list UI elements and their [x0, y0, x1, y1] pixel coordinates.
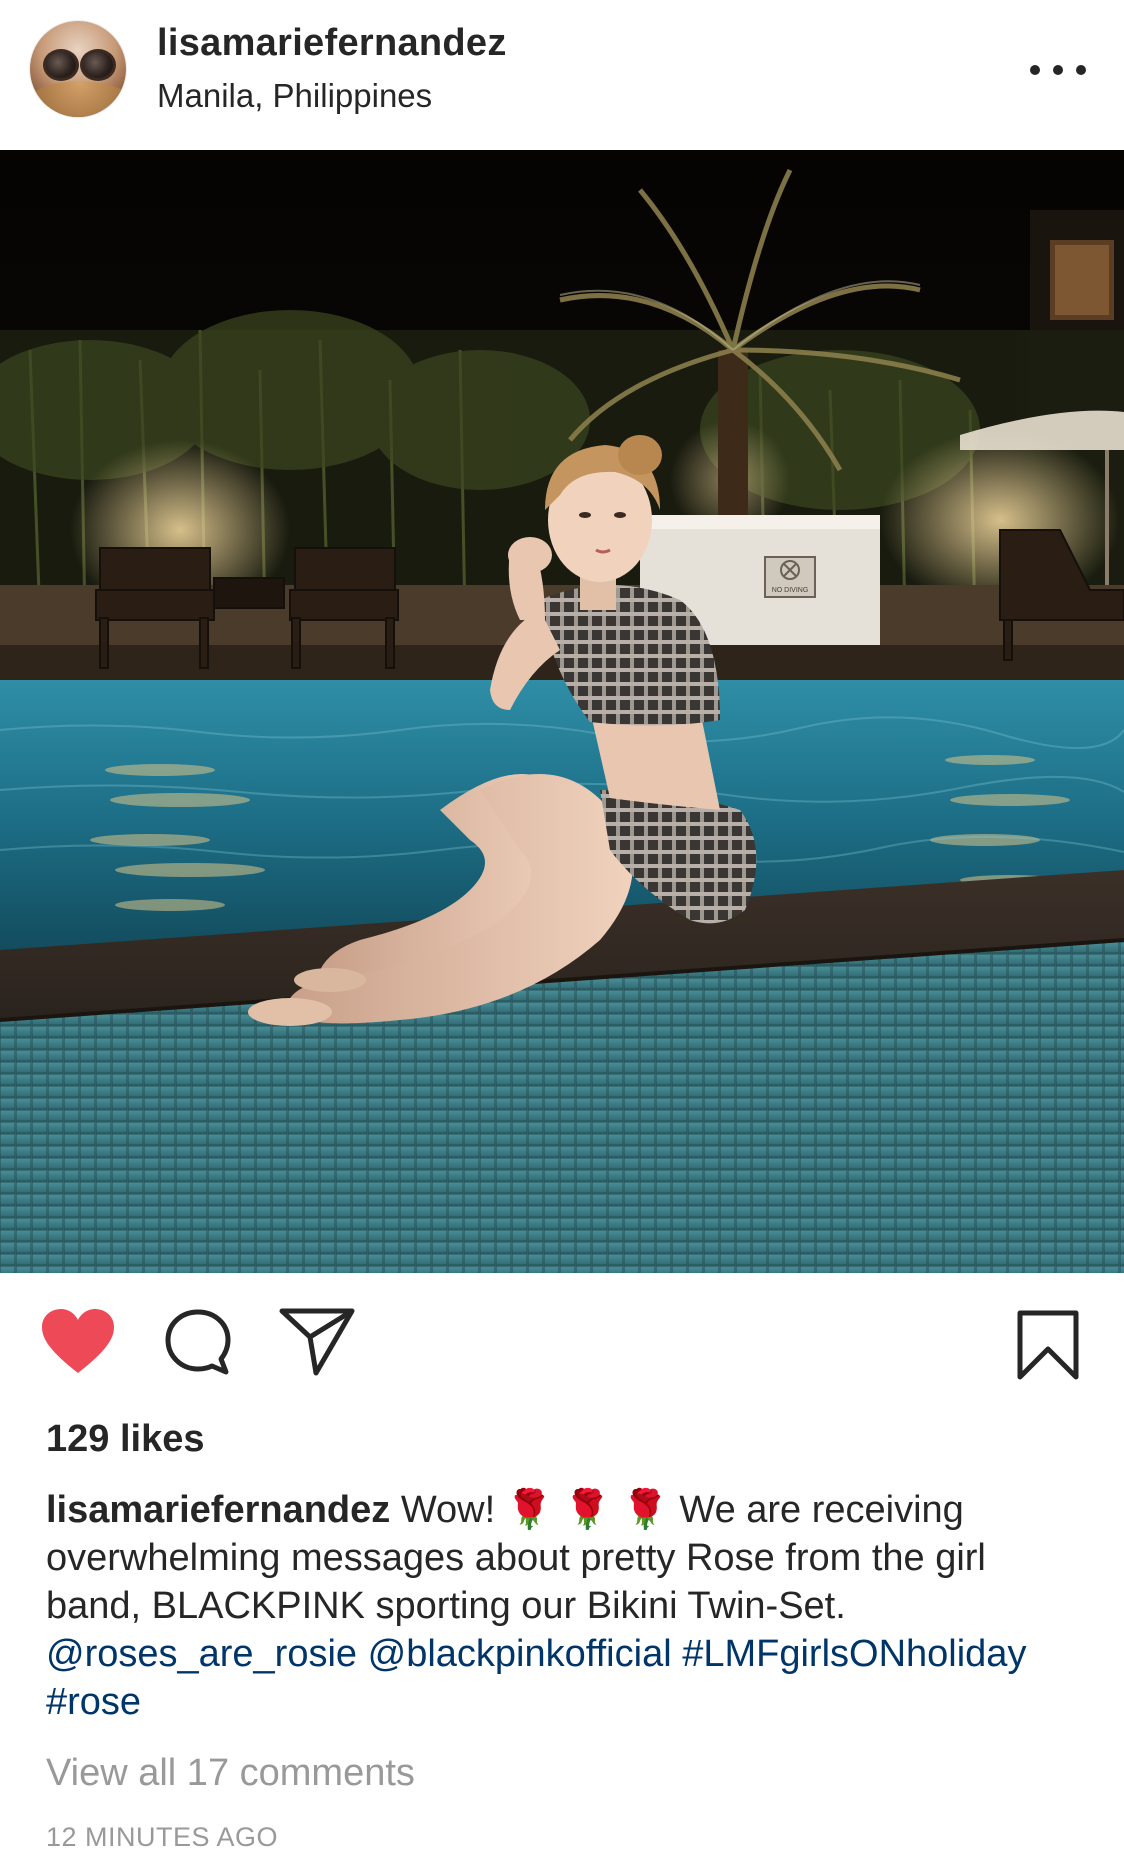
share-icon[interactable] — [278, 1305, 356, 1377]
bookmark-icon[interactable] — [1016, 1309, 1080, 1381]
mention-link[interactable]: @blackpinkofficial — [368, 1633, 672, 1675]
rose-emoji: 🌹 — [563, 1489, 611, 1531]
post-location[interactable]: Manila, Philippines — [157, 77, 432, 115]
caption-text-1: Wow! — [400, 1489, 496, 1531]
post-actions — [0, 1273, 1124, 1393]
no-diving-sign: NO DIVING — [772, 587, 809, 594]
caption-username[interactable]: lisamariefernandez — [46, 1489, 390, 1531]
avatar-hair — [30, 81, 126, 117]
more-dot-icon — [1030, 65, 1040, 75]
rose-emoji: 🌹 — [505, 1489, 554, 1531]
comment-icon[interactable] — [162, 1307, 234, 1377]
avatar-glasses-left — [43, 49, 79, 81]
avatar[interactable] — [30, 21, 126, 117]
pool-photo-illustration: NO DIVING — [0, 150, 1124, 1273]
heart-icon[interactable] — [40, 1307, 116, 1375]
mention-link[interactable]: @roses_are_rosie — [46, 1633, 357, 1675]
rose-emoji: 🌹 — [621, 1489, 669, 1531]
hashtag-link[interactable]: #rose — [46, 1681, 141, 1723]
view-all-comments-link[interactable]: View all 17 comments — [46, 1752, 415, 1795]
more-dot-icon — [1076, 65, 1086, 75]
more-options-button[interactable] — [1030, 55, 1086, 85]
post-username[interactable]: lisamariefernandez — [157, 22, 507, 65]
avatar-glasses-right — [80, 49, 116, 81]
more-dot-icon — [1053, 65, 1063, 75]
hashtag-link[interactable]: #LMFgirlsONholiday — [682, 1633, 1026, 1675]
post-photo[interactable]: NO DIVING — [0, 150, 1124, 1273]
likes-count[interactable]: 129 likes — [46, 1418, 204, 1461]
post-header: lisamariefernandez Manila, Philippines — [0, 0, 1124, 150]
post-timestamp: 12 MINUTES AGO — [46, 1822, 279, 1852]
post-caption: lisamariefernandez Wow! 🌹 🌹 🌹 We are rec… — [46, 1486, 1086, 1726]
